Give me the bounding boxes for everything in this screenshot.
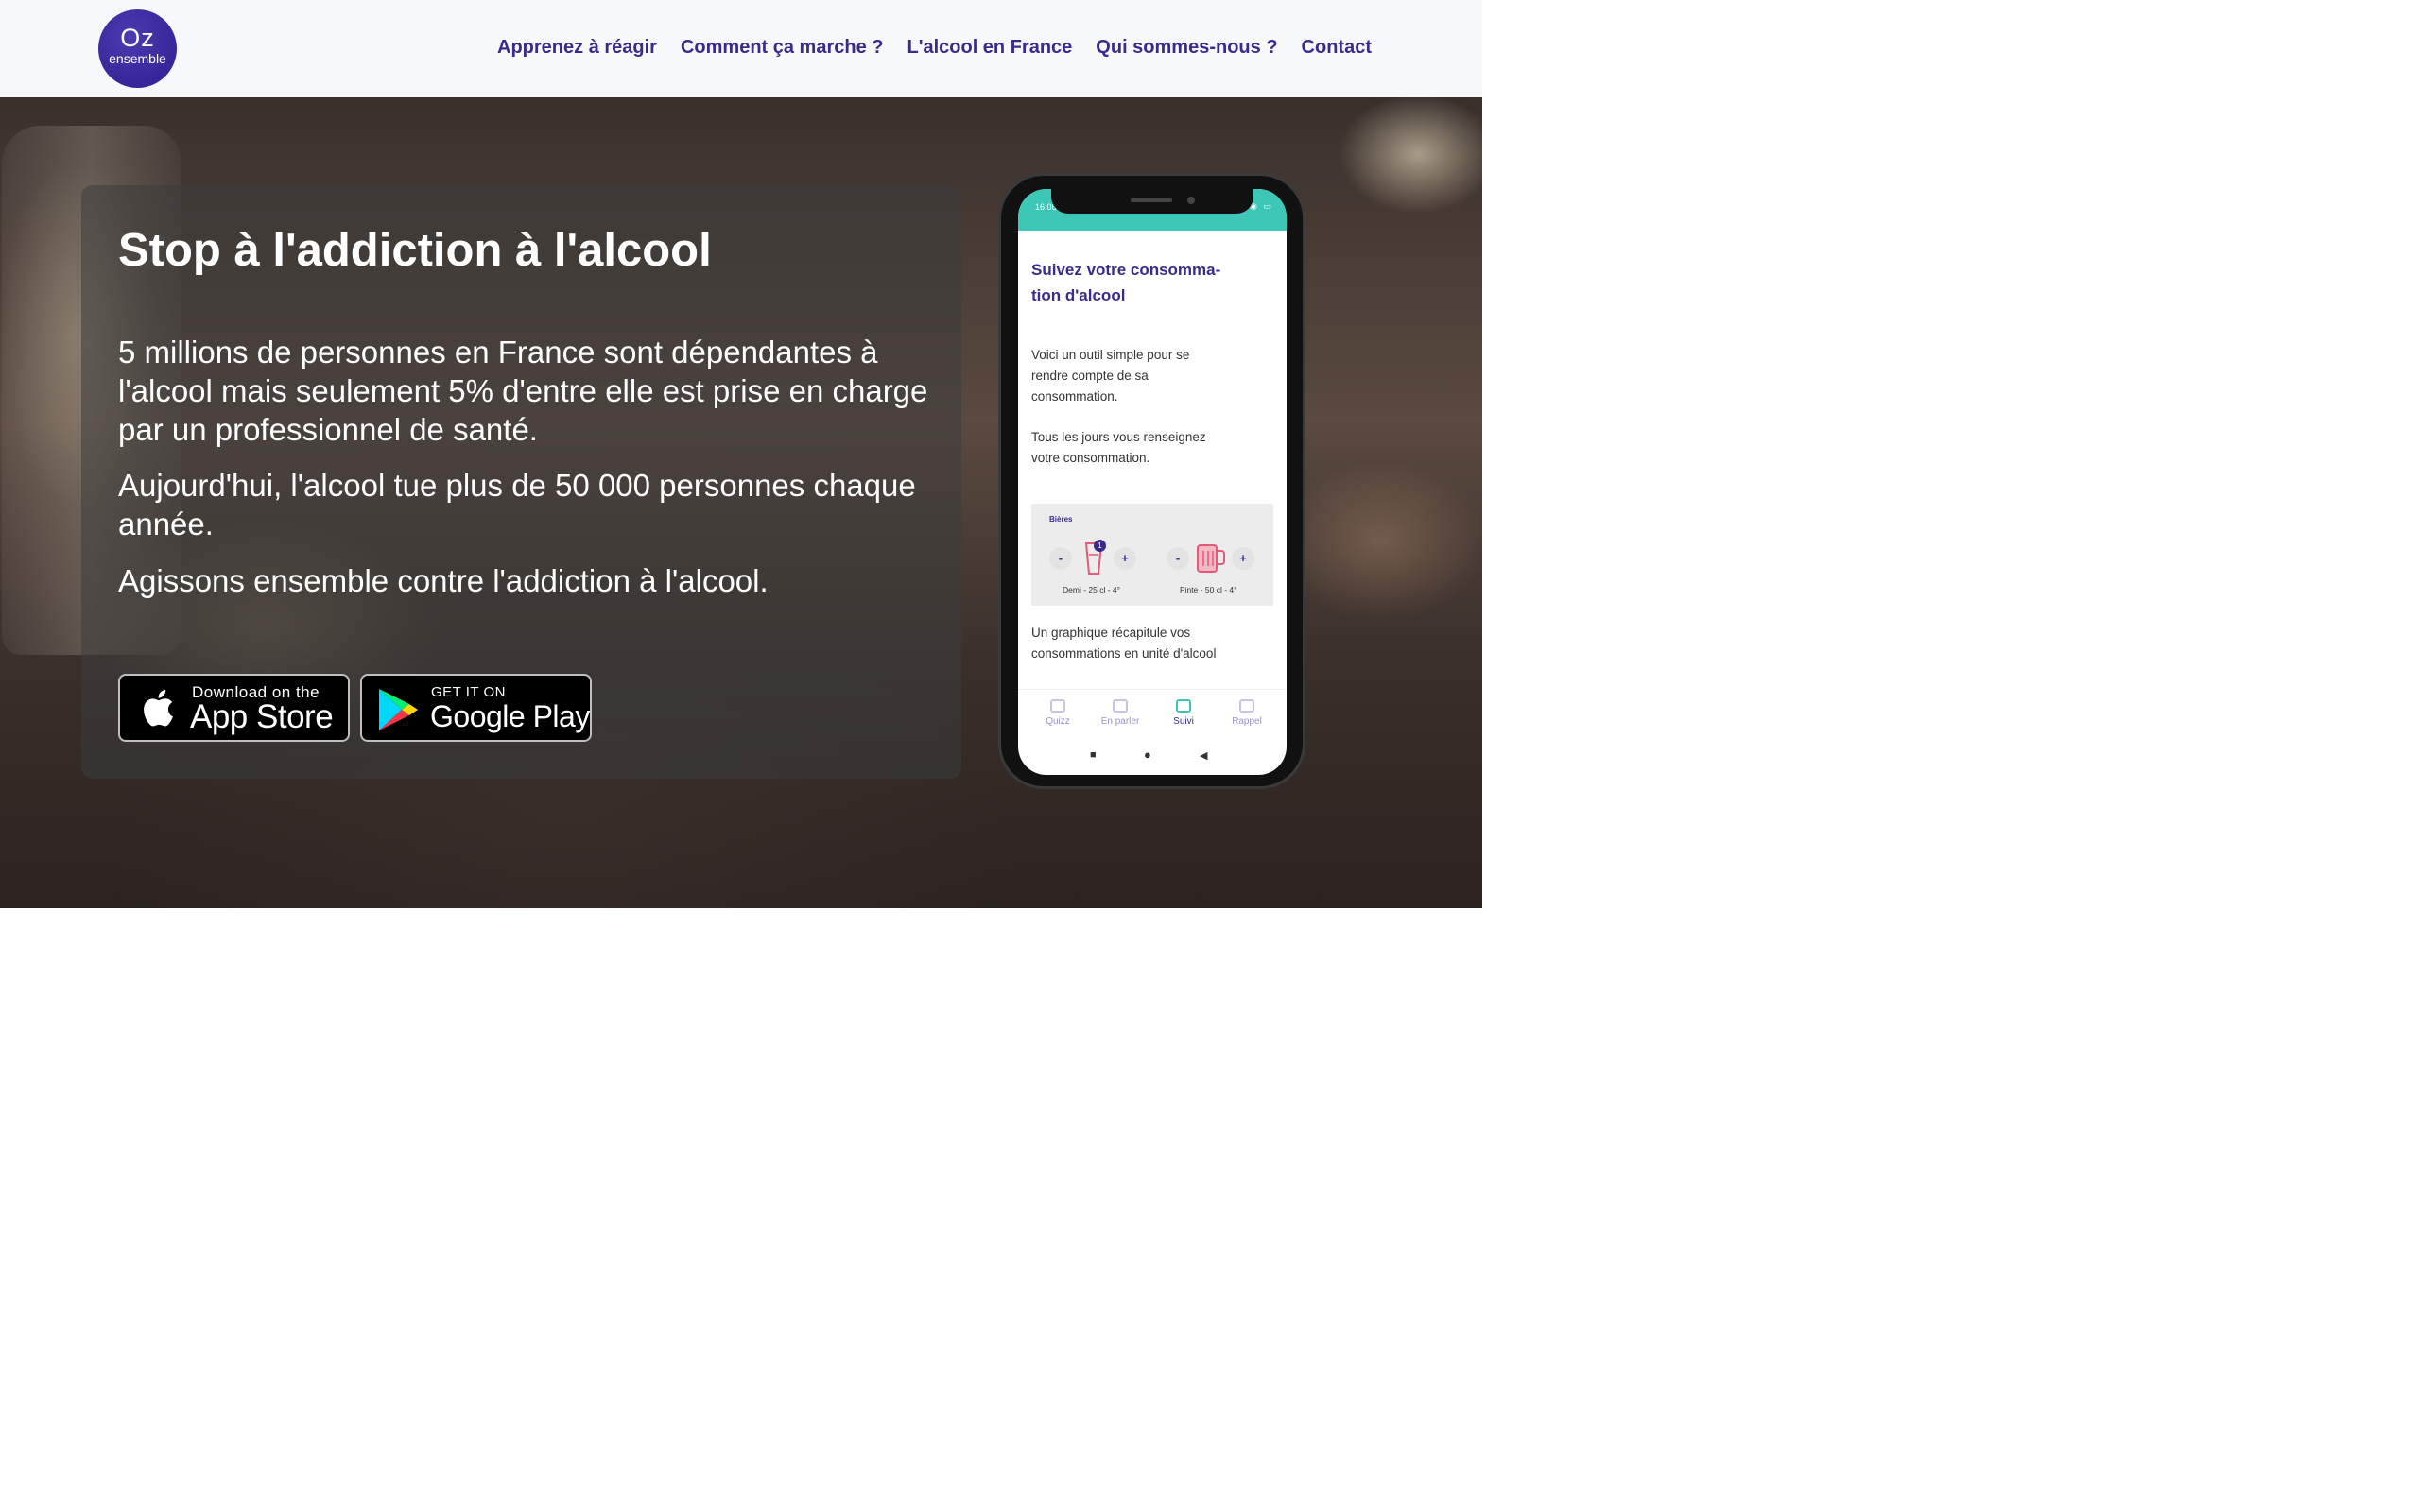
pinte-mug-icon [1197,544,1225,573]
nav-link-alcool-en-france[interactable]: L'alcool en France [907,36,1072,59]
screen-title: Suivez votre consomma-tion d'alcool [1031,261,1221,304]
logo-text-oz: Oz [120,24,155,52]
google-play-icon [379,689,418,730]
nav-link-comment-ca-marche[interactable]: Comment ça marche ? [681,36,884,59]
android-nav-bar: ■ ● ◀ [1018,736,1287,775]
app-tab-bar: Quizz En parler Suivi Rappel [1018,689,1287,736]
pinte-plus-button[interactable]: + [1232,547,1254,570]
demi-plus-button[interactable]: + [1114,547,1136,570]
tab-suivi[interactable]: Suivi [1155,699,1212,727]
page-bottom-strip [0,908,1482,926]
tab-rappel-label: Rappel [1232,716,1262,727]
apple-icon [144,689,173,727]
screen-text-daily: Tous les jours vous renseignez votre con… [1031,430,1206,465]
app-store-big-text: App Store [190,698,334,735]
alarm-icon [1239,699,1254,713]
drinks-category-label: Bières [1049,515,1073,524]
tab-quizz-label: Quizz [1046,716,1070,727]
demi-count-badge: 1 [1094,540,1106,552]
phone-notch [1051,189,1253,214]
phone-camera [1187,197,1195,204]
tab-rappel[interactable]: Rappel [1219,699,1275,727]
recent-apps-icon[interactable]: ■ [1090,749,1097,761]
back-icon[interactable]: ◀ [1200,749,1207,762]
phone-screen: 16:06 ▴ ◉ ▭ Suivez votre consomma-tion d… [1018,189,1287,775]
site-header: Oz ensemble Apprenez à réagir Comment ça… [0,0,1482,97]
oz-ensemble-logo[interactable]: Oz ensemble [98,9,177,88]
google-play-big-text: Google Play [430,699,590,733]
phone-speaker [1131,198,1172,202]
hero-paragraph-deaths: Aujourd'hui, l'alcool tue plus de 50 000… [118,468,916,541]
screen-text-intro: Voici un outil simple pour se rendre com… [1031,348,1190,404]
nav-link-apprenez-a-reagir[interactable]: Apprenez à réagir [497,36,657,59]
app-store-button[interactable]: Download on the App Store [118,674,350,742]
chart-icon [1176,699,1191,713]
screen-text-graph: Un graphique récapitule vos consommation… [1031,626,1217,661]
nav-link-contact[interactable]: Contact [1302,36,1372,59]
google-play-button[interactable]: GET IT ON Google Play [360,674,592,742]
quiz-icon [1050,699,1065,713]
tab-suivi-label: Suivi [1173,716,1194,727]
hero-paragraph-stats: 5 millions de personnes en France sont d… [118,335,928,447]
demi-label: Demi - 25 cl - 4° [1063,585,1121,594]
hero-paragraph-call-to-action: Agissons ensemble contre l'addiction à l… [118,563,769,598]
chat-icon [1113,699,1128,713]
logo-text-ensemble: ensemble [109,51,166,66]
hero-title: Stop à l'addiction à l'alcool [118,225,712,276]
phone-mockup: 16:06 ▴ ◉ ▭ Suivez votre consomma-tion d… [998,173,1305,789]
tab-en-parler[interactable]: En parler [1092,699,1149,727]
demi-minus-button[interactable]: - [1049,547,1072,570]
pinte-label: Pinte - 50 cl - 4° [1180,585,1237,594]
nav-link-qui-sommes-nous[interactable]: Qui sommes-nous ? [1096,36,1277,59]
pinte-minus-button[interactable]: - [1167,547,1189,570]
drinks-panel: Bières - 1 + - + Demi - 25 cl - 4° Pinte… [1031,504,1273,606]
tab-en-parler-label: En parler [1100,716,1140,727]
tab-quizz[interactable]: Quizz [1029,699,1086,727]
home-icon[interactable]: ● [1144,747,1151,762]
main-nav: Apprenez à réagir Comment ça marche ? L'… [497,36,1372,59]
